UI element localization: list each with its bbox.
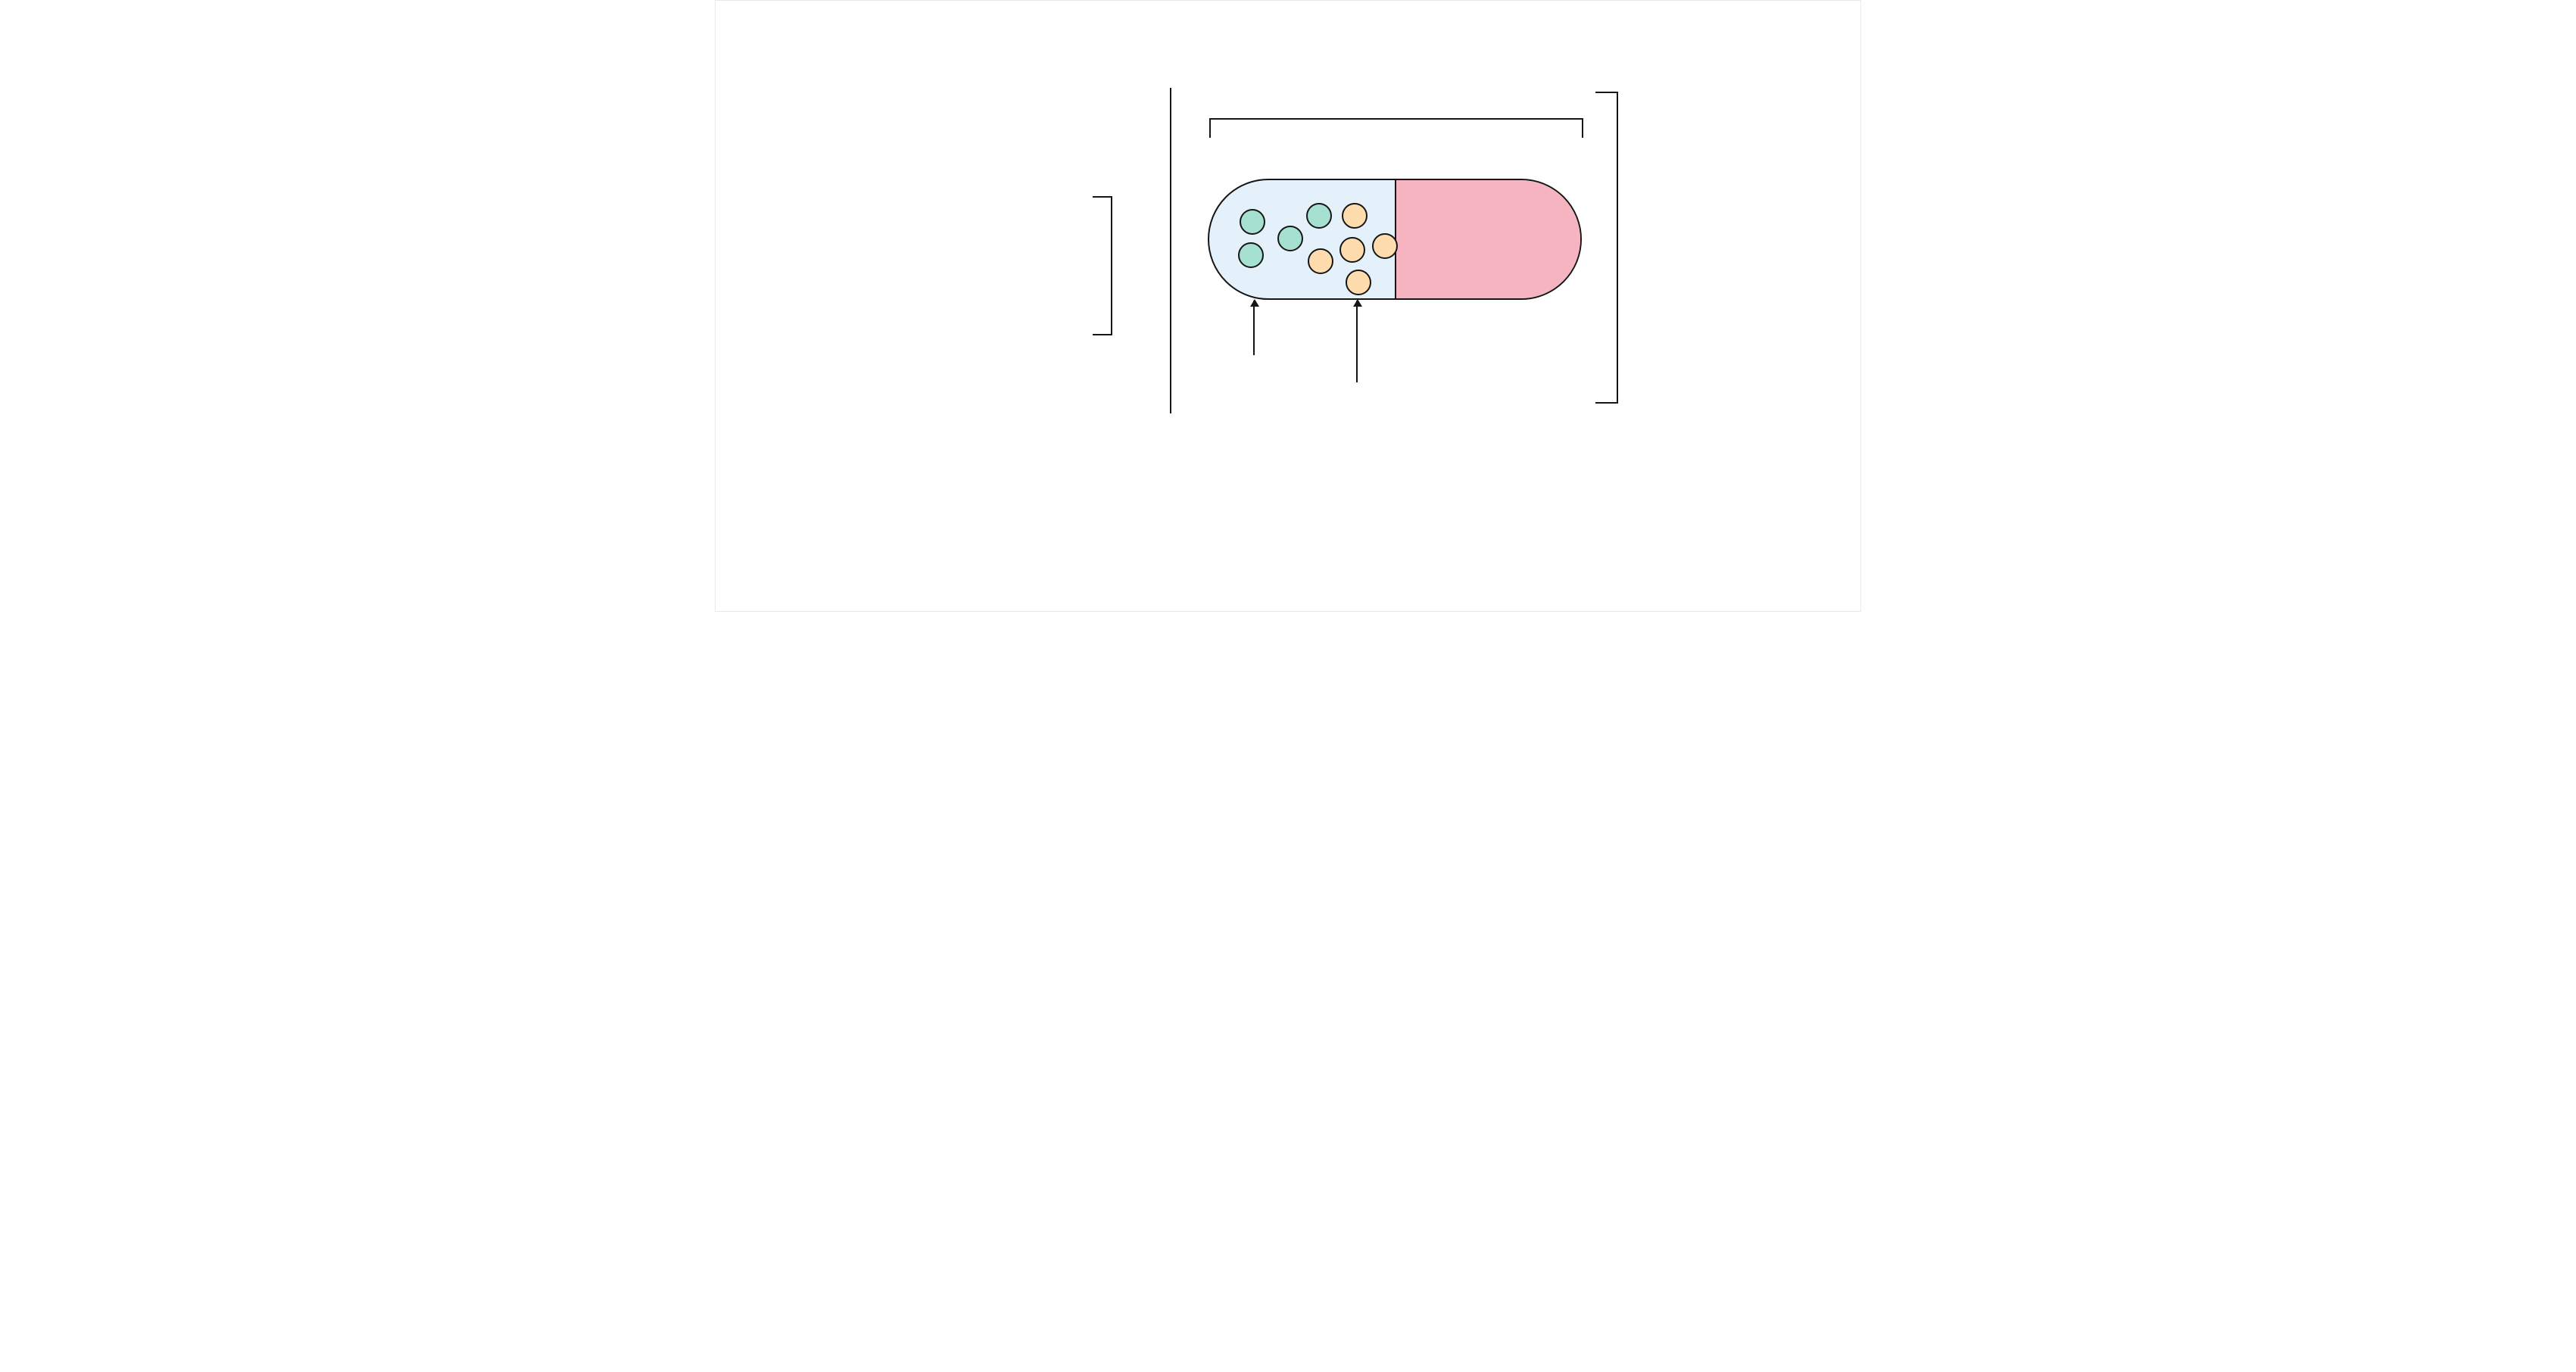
arrow-to-variables (1253, 301, 1255, 355)
diagram-canvas (715, 0, 1861, 612)
method-dot (1372, 233, 1398, 259)
method-dot (1339, 237, 1365, 263)
class-bracket (1209, 118, 1583, 138)
capsule-body (1208, 179, 1582, 300)
code-block (806, 156, 834, 419)
variable-dot (1277, 226, 1303, 251)
vertical-divider (1170, 88, 1171, 413)
variable-dot (1240, 209, 1265, 235)
code-bracket (1093, 196, 1112, 335)
capsule-right-half (1395, 180, 1582, 298)
method-dot (1346, 270, 1371, 295)
arrow-to-methods (1356, 301, 1358, 382)
method-dot (1342, 203, 1368, 229)
capsule (1208, 179, 1582, 300)
method-dot (1308, 248, 1333, 274)
encapsulation-bracket (1595, 92, 1618, 404)
variable-dot (1306, 203, 1332, 229)
variable-dot (1238, 242, 1264, 268)
